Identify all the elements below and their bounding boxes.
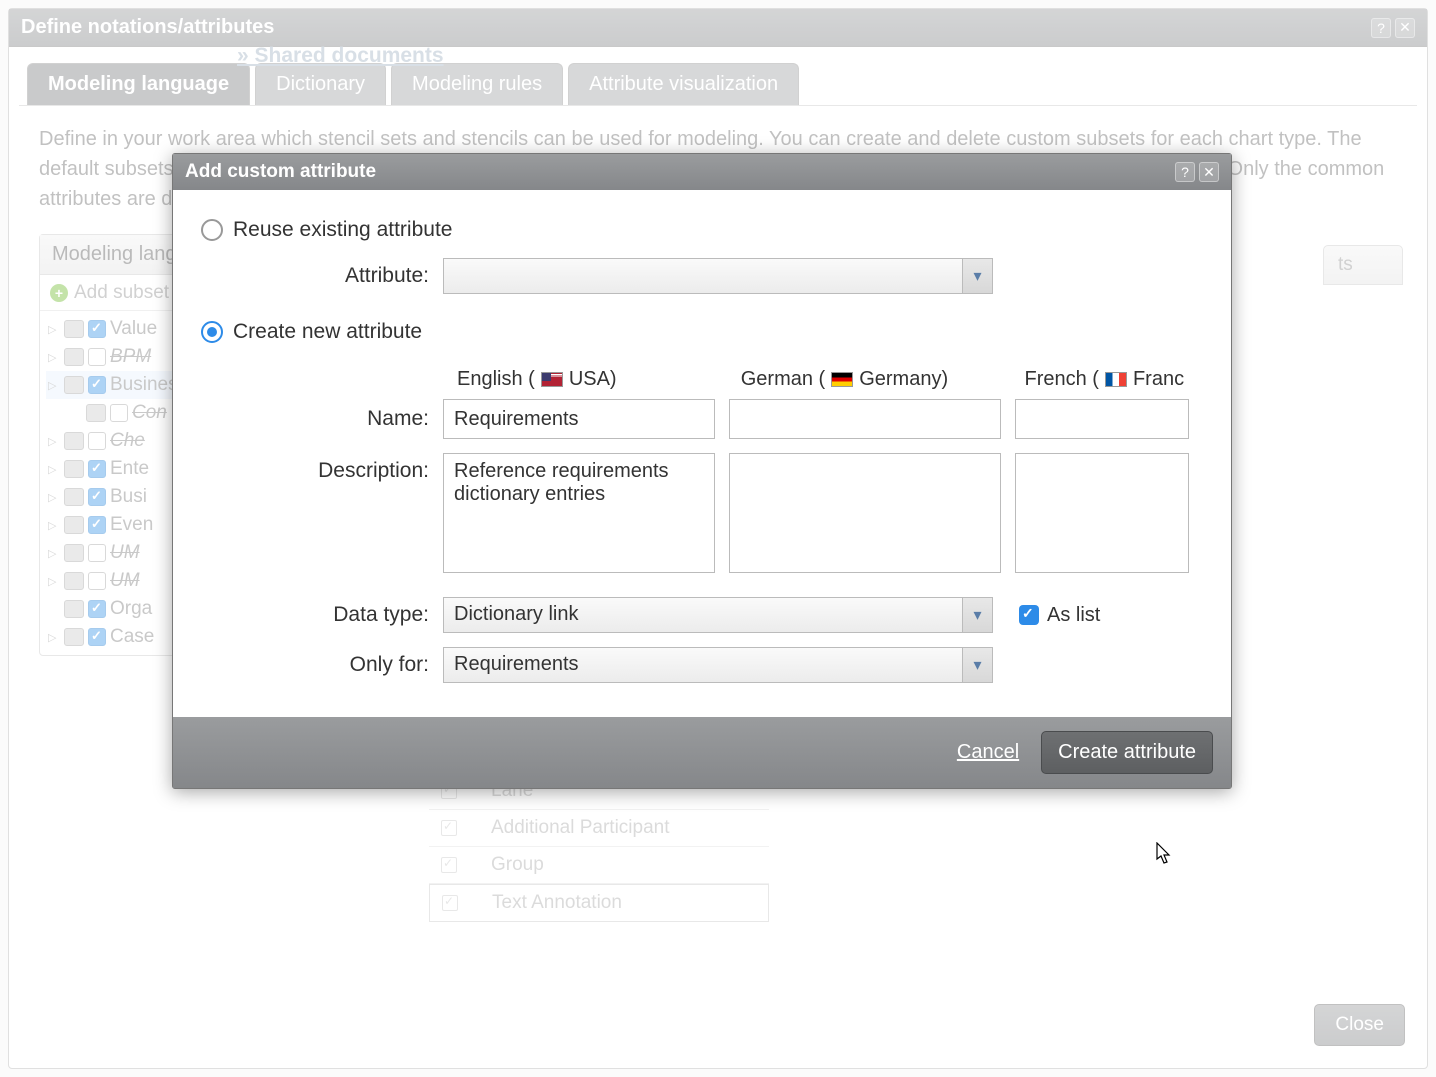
cancel-button[interactable]: Cancel [957,741,1019,764]
attribute-label: Attribute: [201,264,443,288]
datatype-dropdown[interactable]: Dictionary link ▾ [443,597,993,633]
reuse-existing-radio-row[interactable]: Reuse existing attribute [201,218,1203,242]
description-input-fr[interactable] [1015,453,1189,573]
onlyfor-value: Requirements [444,648,962,682]
add-custom-attribute-modal: Add custom attribute ? ✕ Reuse existing … [172,153,1232,789]
onlyfor-dropdown[interactable]: Requirements ▾ [443,647,993,683]
onlyfor-label: Only for: [201,653,443,677]
description-input-de[interactable] [729,453,1001,573]
chevron-down-icon[interactable]: ▾ [962,259,992,293]
help-icon[interactable]: ? [1175,162,1195,182]
name-label: Name: [201,407,443,431]
create-new-label: Create new attribute [233,320,422,344]
modal-header: Add custom attribute ? ✕ [173,154,1231,190]
language-headers: English ( USA) German ( Germany) French … [457,368,1203,391]
attribute-dropdown-value [444,259,962,293]
datatype-value: Dictionary link [444,598,962,632]
reuse-existing-label: Reuse existing attribute [233,218,452,242]
description-label: Description: [201,453,443,483]
description-input-en[interactable]: Reference requirements dictionary entrie… [443,453,715,573]
lang-header-de: German ( Germany) [741,368,1011,391]
chevron-down-icon[interactable]: ▾ [962,598,992,632]
chevron-down-icon[interactable]: ▾ [962,648,992,682]
name-input-en[interactable] [443,399,715,439]
as-list-label: As list [1047,604,1100,627]
radio-off-icon[interactable] [201,219,223,241]
create-new-radio-row[interactable]: Create new attribute [201,320,1203,344]
lang-header-en: English ( USA) [457,368,727,391]
attribute-dropdown[interactable]: ▾ [443,258,993,294]
flag-usa-icon [541,372,563,387]
modal-title: Add custom attribute [185,161,376,183]
modal-footer: Cancel Create attribute [173,717,1231,788]
flag-germany-icon [831,372,853,387]
name-input-de[interactable] [729,399,1001,439]
flag-france-icon [1105,372,1127,387]
create-attribute-button[interactable]: Create attribute [1041,731,1213,774]
close-icon[interactable]: ✕ [1199,162,1219,182]
datatype-label: Data type: [201,603,443,627]
name-input-fr[interactable] [1015,399,1189,439]
lang-header-fr: French ( Franc [1025,368,1204,391]
as-list-checkbox[interactable] [1019,605,1039,625]
modal-body: Reuse existing attribute Attribute: ▾ Cr… [173,190,1231,717]
radio-on-icon[interactable] [201,321,223,343]
